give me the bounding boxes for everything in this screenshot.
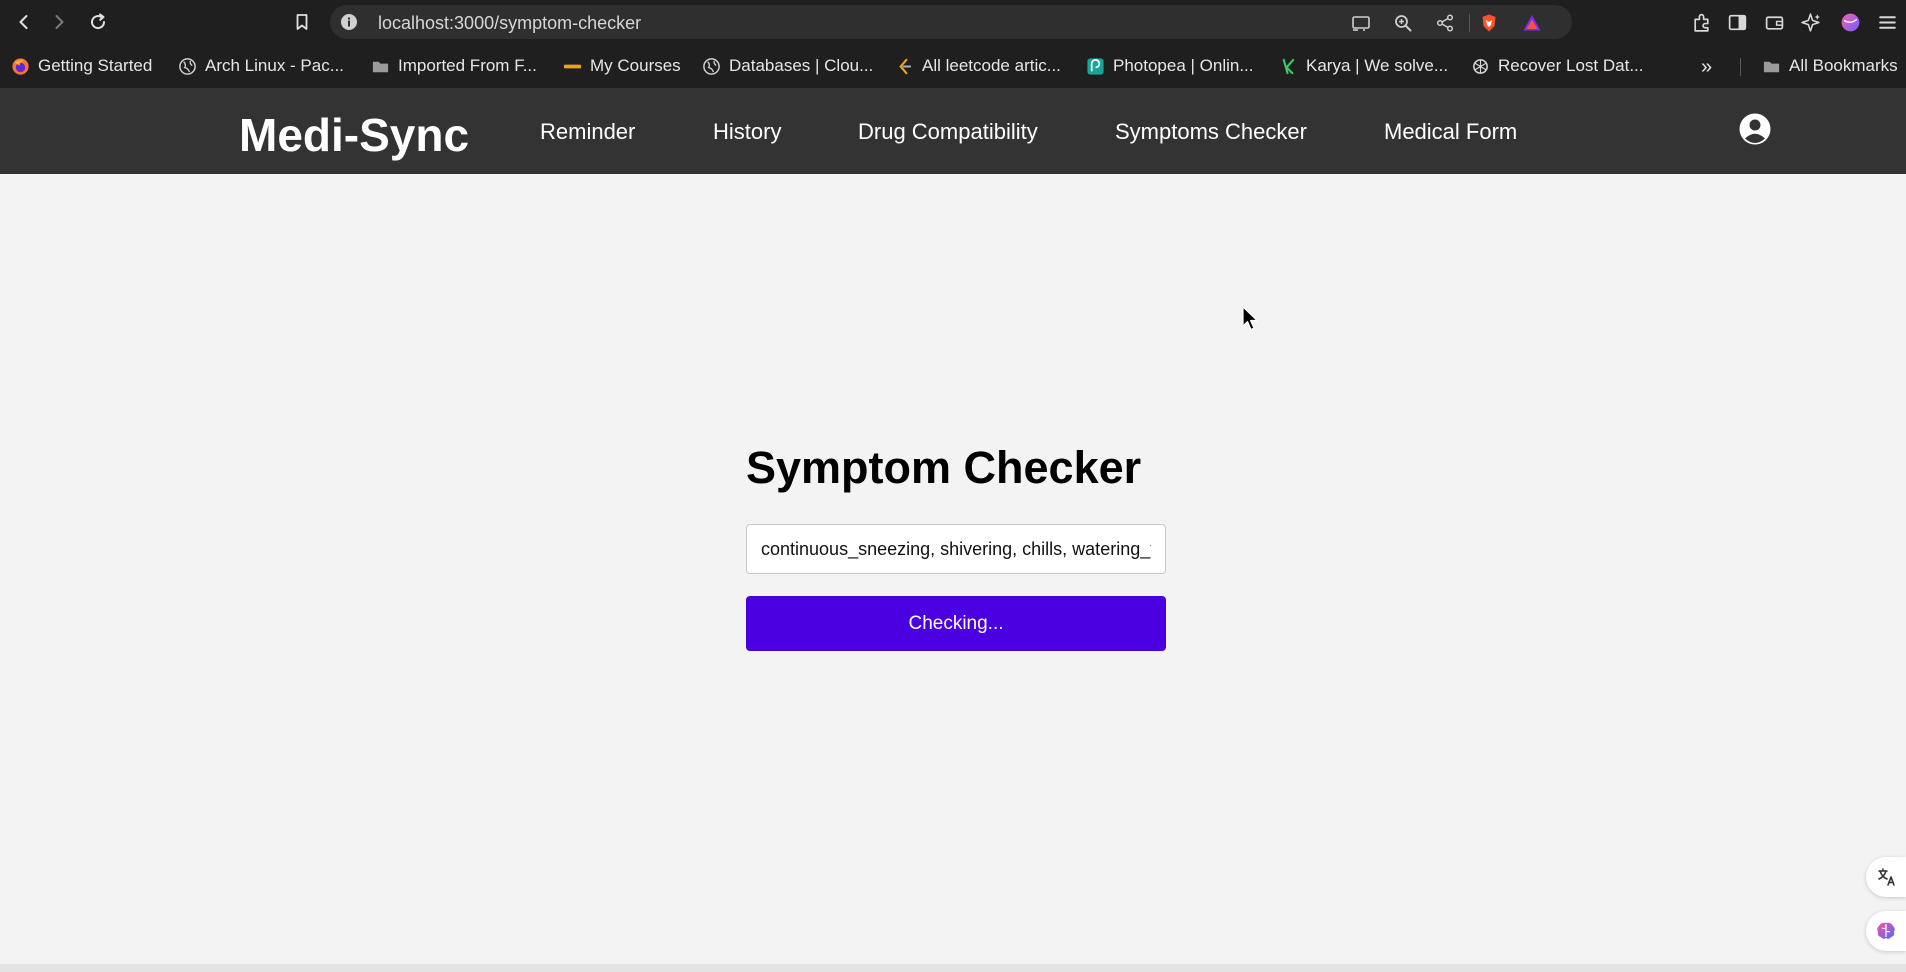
folder-icon <box>370 56 390 76</box>
globe-icon <box>701 56 721 76</box>
bookmark-getting-started[interactable]: Getting Started <box>10 54 152 78</box>
extensions-icon[interactable] <box>1689 10 1713 34</box>
bookmark-karya[interactable]: Karya | We solve... <box>1278 54 1448 78</box>
all-bookmarks-folder[interactable]: All Bookmarks <box>1761 54 1898 78</box>
leo-ai-icon[interactable] <box>1799 10 1823 34</box>
app-navbar: Medi-Sync Reminder History Drug Compatib… <box>0 88 1906 174</box>
reload-icon[interactable] <box>84 8 112 36</box>
profile-avatar-icon[interactable] <box>1838 10 1862 34</box>
bookmark-label: Getting Started <box>38 56 153 75</box>
bookmark-databases[interactable]: Databases | Clou... <box>701 54 873 78</box>
firefox-icon <box>10 56 30 76</box>
zoom-icon[interactable] <box>1392 12 1414 34</box>
brand-logo[interactable]: Medi-Sync <box>239 108 469 162</box>
brain-extension-icon[interactable] <box>1866 911 1906 951</box>
folder-icon <box>1761 56 1781 76</box>
bookmarks-bar: Getting Started Arch Linux - Pac... Impo… <box>0 44 1906 88</box>
share-icon[interactable] <box>1434 12 1456 34</box>
more-bookmarks-button[interactable]: » <box>1701 56 1712 79</box>
bookmark-photopea[interactable]: Photopea | Onlin... <box>1085 54 1254 78</box>
globe-icon <box>177 56 197 76</box>
bookmark-label: Recover Lost Dat... <box>1498 56 1644 75</box>
mouse-cursor-icon <box>1242 306 1260 332</box>
translate-icon[interactable] <box>1866 857 1906 897</box>
bookmark-recover-lost-data[interactable]: Recover Lost Dat... <box>1470 54 1644 78</box>
nav-link-symptoms-checker[interactable]: Symptoms Checker <box>1115 119 1307 145</box>
leetcode-icon <box>894 56 914 76</box>
browser-toolbar: localhost:3000/symptom-checker <box>0 0 1906 44</box>
bookmark-icon[interactable] <box>288 8 316 36</box>
page-title: Symptom Checker <box>746 442 1142 493</box>
nav-link-medical-form[interactable]: Medical Form <box>1384 119 1517 145</box>
all-bookmarks-label: All Bookmarks <box>1789 56 1898 75</box>
bottom-strip <box>0 964 1906 972</box>
url-text[interactable]: localhost:3000/symptom-checker <box>378 13 641 34</box>
bookmark-label: My Courses <box>590 56 681 75</box>
bookmark-label: All leetcode artic... <box>922 56 1061 75</box>
nav-link-reminder[interactable]: Reminder <box>540 119 635 145</box>
bookmark-leetcode[interactable]: All leetcode artic... <box>894 54 1061 78</box>
bookmark-label: Photopea | Onlin... <box>1113 56 1254 75</box>
openai-icon <box>1470 56 1490 76</box>
symptoms-input[interactable] <box>746 524 1166 574</box>
bookmark-my-courses[interactable]: My Courses <box>562 54 681 78</box>
bookmark-arch-linux[interactable]: Arch Linux - Pac... <box>177 54 344 78</box>
site-info-icon[interactable] <box>340 13 358 31</box>
bookmark-imported-folder[interactable]: Imported From F... <box>370 54 537 78</box>
bookmark-label: Databases | Clou... <box>729 56 874 75</box>
brave-rewards-icon[interactable] <box>1521 12 1543 34</box>
bookmark-label: Arch Linux - Pac... <box>205 56 344 75</box>
bookmarks-separator <box>1740 58 1741 76</box>
photopea-icon <box>1085 56 1105 76</box>
cast-icon[interactable] <box>1350 12 1372 34</box>
back-icon[interactable] <box>10 8 38 36</box>
nav-link-history[interactable]: History <box>713 119 781 145</box>
forward-icon[interactable] <box>45 8 73 36</box>
karya-icon <box>1278 56 1298 76</box>
url-separator <box>1469 14 1470 32</box>
bookmark-label: Karya | We solve... <box>1306 56 1449 75</box>
address-bar[interactable]: localhost:3000/symptom-checker <box>330 5 1572 39</box>
courses-icon <box>562 56 582 76</box>
wallet-icon[interactable] <box>1762 10 1786 34</box>
sidebar-toggle-icon[interactable] <box>1725 10 1749 34</box>
brave-shields-icon[interactable] <box>1478 12 1500 34</box>
user-profile-icon[interactable] <box>1738 112 1772 146</box>
menu-icon[interactable] <box>1875 10 1899 34</box>
check-symptoms-button[interactable]: Checking... <box>746 596 1166 651</box>
nav-link-drug-compatibility[interactable]: Drug Compatibility <box>858 119 1038 145</box>
bookmark-label: Imported From F... <box>398 56 537 75</box>
